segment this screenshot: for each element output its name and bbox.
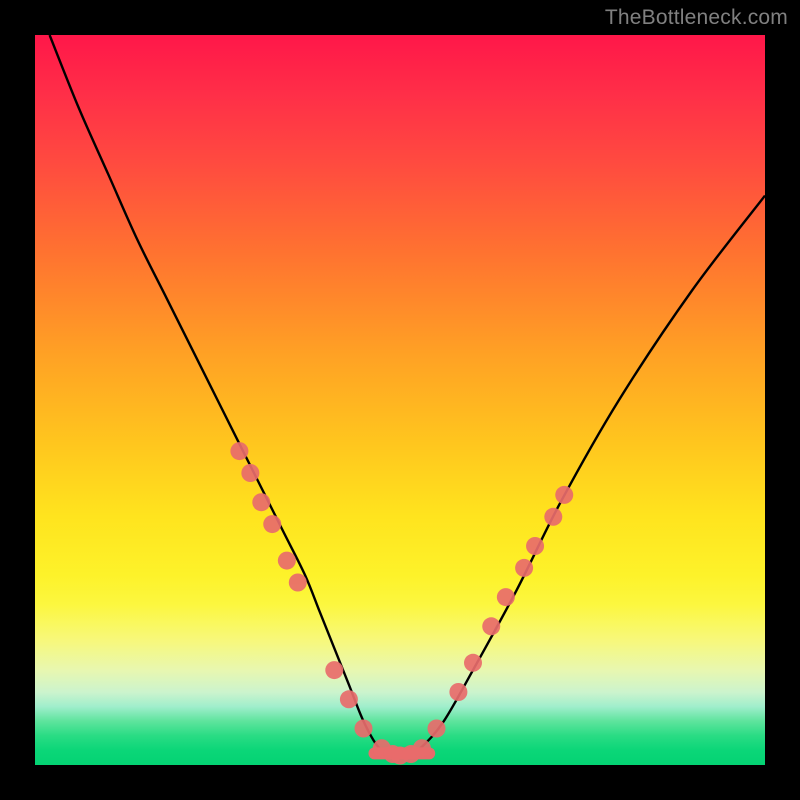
- bottleneck-curve: [50, 35, 765, 757]
- data-marker: [413, 739, 431, 757]
- data-marker: [515, 559, 533, 577]
- data-marker: [428, 720, 446, 738]
- data-markers: [230, 442, 573, 764]
- data-marker: [464, 654, 482, 672]
- data-marker: [325, 661, 343, 679]
- data-marker: [544, 508, 562, 526]
- data-marker: [278, 552, 296, 570]
- data-marker: [252, 493, 270, 511]
- data-marker: [497, 588, 515, 606]
- data-marker: [340, 690, 358, 708]
- data-marker: [289, 574, 307, 592]
- data-marker: [230, 442, 248, 460]
- data-marker: [449, 683, 467, 701]
- attribution-text: TheBottleneck.com: [605, 6, 788, 30]
- data-marker: [241, 464, 259, 482]
- data-marker: [263, 515, 281, 533]
- plot-area: [35, 35, 765, 765]
- data-marker: [555, 486, 573, 504]
- chart-frame: TheBottleneck.com: [0, 0, 800, 800]
- data-marker: [482, 617, 500, 635]
- data-marker: [526, 537, 544, 555]
- data-marker: [355, 720, 373, 738]
- chart-svg: [35, 35, 765, 765]
